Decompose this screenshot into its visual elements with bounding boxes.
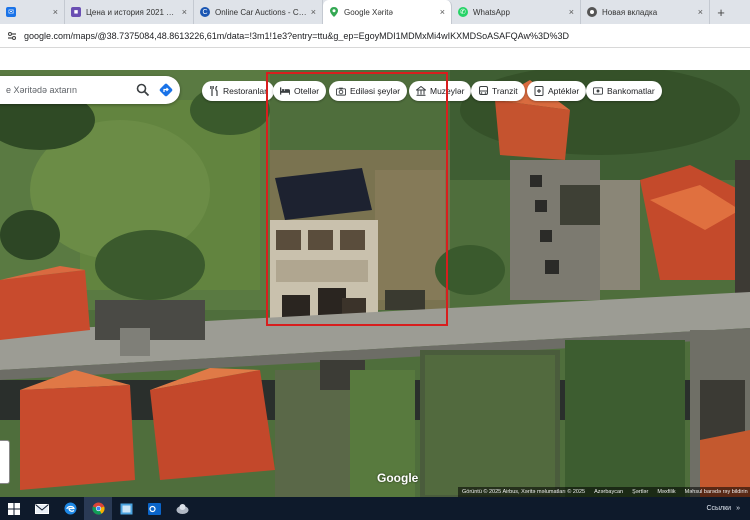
tab-close-icon[interactable]: × [569, 7, 574, 17]
address-bar[interactable]: google.com/maps/@38.7375084,48.8613226,6… [0, 24, 750, 48]
feedback-link[interactable]: Məhsul barədə rəy bildirin [685, 489, 748, 495]
tab-mail[interactable]: ✉ × [0, 0, 65, 24]
camera-icon [336, 86, 346, 96]
photos-icon[interactable] [112, 497, 140, 520]
mail-icon[interactable] [28, 497, 56, 520]
chip-label: Aptéklər [548, 86, 580, 96]
maps-pin-icon [329, 7, 339, 17]
chip-museums[interactable]: Muzeylər [409, 81, 472, 101]
windows-taskbar: Ссылки » [0, 497, 750, 520]
attribution-text: Görüntü © 2025 Airbus, Xəritə məlumatlar… [462, 489, 586, 495]
fork-knife-icon [209, 86, 219, 96]
screen: ✉ × ■ Цена и история 2021 Honda × C Onli… [0, 0, 750, 520]
chip-atms[interactable]: Bankomatlar [586, 81, 662, 101]
chrome-icon [587, 7, 597, 17]
chip-things-to-do[interactable]: Ediləsi şeylər [329, 81, 408, 101]
mail-icon: ✉ [6, 7, 16, 17]
chip-hotels[interactable]: Otellər [273, 81, 327, 101]
pharmacy-icon [534, 86, 544, 96]
tab-close-icon[interactable]: × [53, 7, 58, 17]
tab-close-icon[interactable]: × [311, 7, 316, 17]
chip-label: Bankomatlar [607, 86, 655, 96]
tab-title: Online Car Auctions - Copart [215, 7, 307, 17]
google-logo: Google [377, 471, 419, 485]
chip-label: Tranzit [492, 86, 518, 96]
atm-icon [593, 86, 603, 96]
system-tray: Ссылки » [706, 505, 750, 512]
chip-pharmacies[interactable]: Aptéklər [527, 81, 587, 101]
side-panel-handle[interactable] [0, 440, 10, 484]
country-link[interactable]: Azərbaycan [594, 489, 623, 495]
chip-label: Muzeylər [430, 86, 465, 96]
terms-link[interactable]: Şərtlər [632, 489, 648, 495]
search-icon[interactable] [136, 83, 150, 97]
satellite-imagery [0, 70, 750, 497]
bus-icon [478, 86, 488, 96]
site-settings-icon[interactable] [6, 30, 18, 42]
chip-label: Ediləsi şeylər [350, 86, 401, 96]
tab-honda-history[interactable]: ■ Цена и история 2021 Honda × [65, 0, 194, 24]
museum-icon [416, 86, 426, 96]
bed-icon [280, 86, 290, 96]
tab-google-maps[interactable]: Google Xəritə × [323, 0, 452, 24]
copart-icon: C [200, 7, 210, 17]
chip-transit[interactable]: Tranzit [471, 81, 525, 101]
map-footer: Görüntü © 2025 Airbus, Xəritə məlumatlar… [458, 487, 750, 497]
url-text: google.com/maps/@38.7375084,48.8613226,6… [24, 30, 570, 41]
tab-close-icon[interactable]: × [440, 7, 445, 17]
maps-search-box[interactable]: e Xəritədə axtarın [0, 76, 180, 104]
app-icon[interactable] [168, 497, 196, 520]
chip-restaurants[interactable]: Restoranlar [202, 81, 274, 101]
edge-icon[interactable] [56, 497, 84, 520]
tab-title: Цена и история 2021 Honda [86, 7, 178, 17]
whatsapp-icon: ✆ [458, 7, 468, 17]
car-icon: ■ [71, 7, 81, 17]
windows-start-icon[interactable] [0, 497, 28, 520]
tab-title: WhatsApp [473, 7, 510, 17]
chrome-icon[interactable] [84, 497, 112, 520]
outlook-icon[interactable] [140, 497, 168, 520]
chip-label: Restoranlar [223, 86, 267, 96]
privacy-link[interactable]: Məxfilik [657, 489, 675, 495]
tab-title: Новая вкладка [602, 7, 658, 17]
tab-whatsapp[interactable]: ✆ WhatsApp × [452, 0, 581, 24]
chip-label: Otellər [294, 86, 320, 96]
satellite-map[interactable] [0, 70, 750, 497]
new-tab-button[interactable]: + [710, 0, 732, 24]
bookmarks-bar [0, 48, 750, 70]
tab-title: Google Xəritə [344, 7, 393, 17]
tab-close-icon[interactable]: × [182, 7, 187, 17]
tab-new-tab[interactable]: Новая вкладка × [581, 0, 710, 24]
browser-tabstrip: ✉ × ■ Цена и история 2021 Honda × C Onli… [0, 0, 750, 24]
links-toolbar-label[interactable]: Ссылки [706, 505, 731, 512]
tab-copart[interactable]: C Online Car Auctions - Copart × [194, 0, 323, 24]
search-input[interactable]: e Xəritədə axtarın [6, 85, 136, 95]
chevron-right-icon[interactable]: » [736, 505, 740, 512]
tab-close-icon[interactable]: × [698, 7, 703, 17]
directions-icon[interactable] [158, 82, 174, 98]
